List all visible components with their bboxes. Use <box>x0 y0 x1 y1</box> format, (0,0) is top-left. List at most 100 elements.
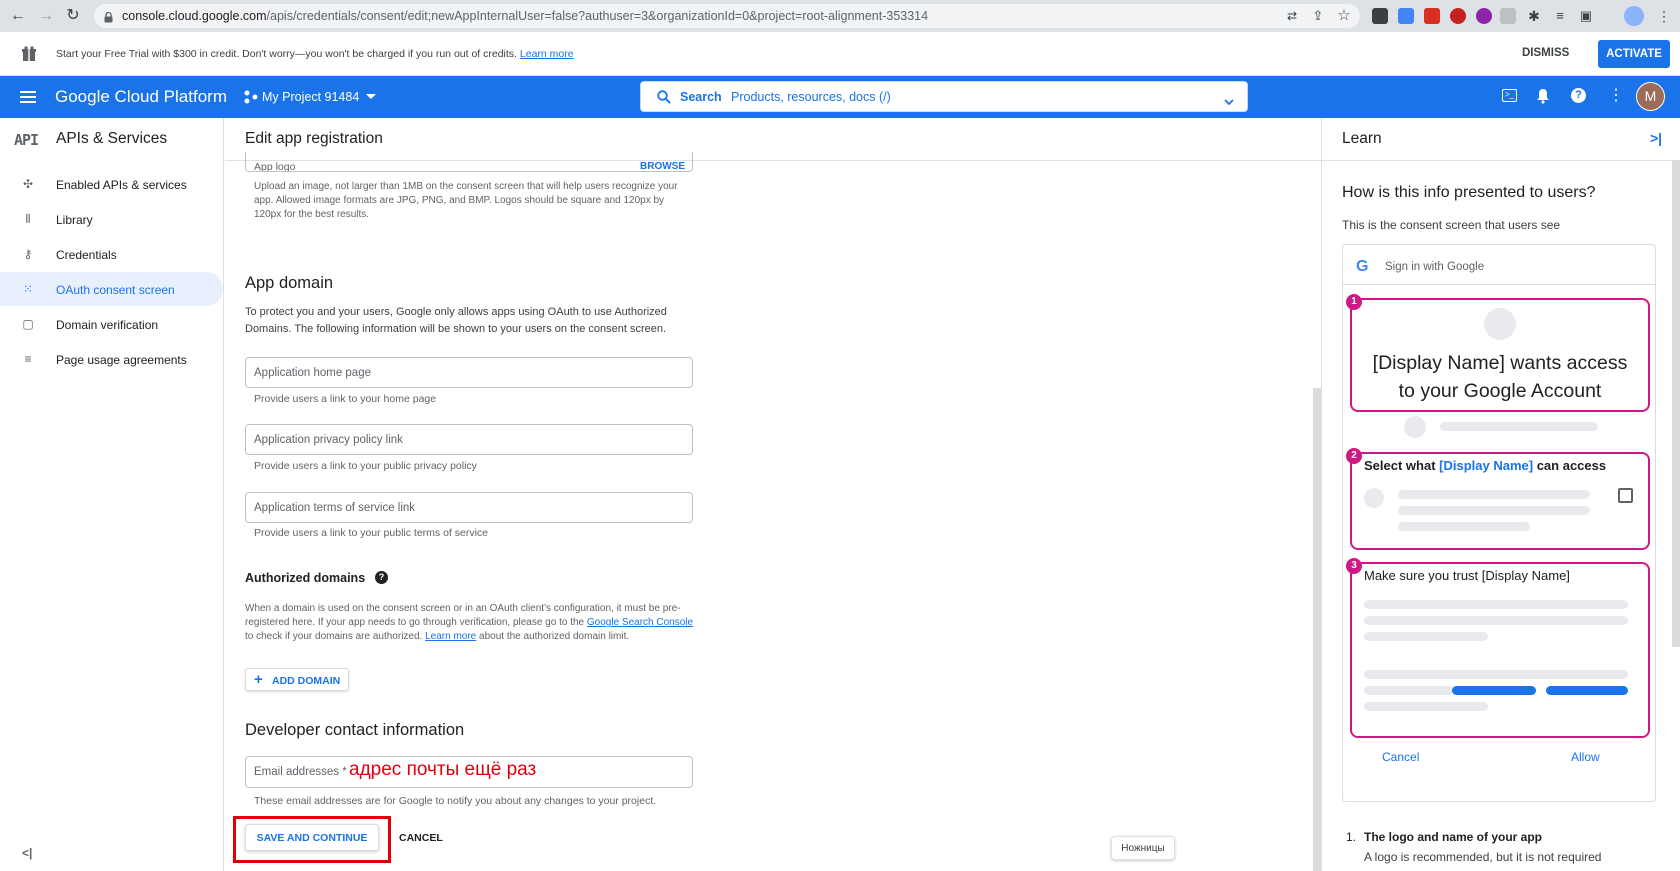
collapse-sidebar-icon[interactable]: <| <box>22 846 32 860</box>
search-input[interactable]: Search Products, resources, docs (/) <box>640 81 1248 112</box>
plus-icon: + <box>254 671 263 688</box>
mockup-allow: Allow <box>1571 750 1600 764</box>
display-name-wants-access: [Display Name] wants access to your Goog… <box>1372 352 1628 402</box>
home-page-input[interactable]: Application home page <box>245 357 693 388</box>
privacy-policy-input[interactable]: Application privacy policy link <box>245 424 693 455</box>
trust-bar-4 <box>1364 670 1628 679</box>
terms-of-service-input[interactable]: Application terms of service link <box>245 492 693 523</box>
hamburger-menu-icon[interactable] <box>20 90 36 103</box>
browser-menu-icon[interactable]: ⋮ <box>1654 6 1674 26</box>
scope-bar-1 <box>1398 490 1590 499</box>
gcp-header: Google Cloud Platform My Project 91484 S… <box>0 76 1680 118</box>
make-sure-trust-text: Make sure you trust [Display Name] <box>1364 568 1570 583</box>
brand-title[interactable]: Google Cloud Platform <box>55 87 227 107</box>
browse-button[interactable]: BROWSE <box>640 161 685 171</box>
save-and-continue-button[interactable]: SAVE AND CONTINUE <box>245 824 379 851</box>
scope-bar-2 <box>1398 506 1590 515</box>
snipping-tooltip: Ножницы <box>1111 836 1175 860</box>
google-translate-extension-icon[interactable] <box>1398 8 1414 24</box>
mockup-cancel: Cancel <box>1382 750 1420 764</box>
trust-bar-blue-2 <box>1546 686 1628 695</box>
sidebar-item-oauth-consent[interactable]: ⁙ OAuth consent screen <box>0 272 223 306</box>
reload-icon[interactable]: ↻ <box>63 6 83 26</box>
sidebar-item-page-usage[interactable]: ≡ Page usage agreements <box>0 342 223 376</box>
add-domain-button[interactable]: + ADD DOMAIN <box>245 668 349 691</box>
app-domain-heading: App domain <box>245 274 334 292</box>
terms-of-service-helper: Provide users a link to your public term… <box>254 527 489 539</box>
learn-scrollbar[interactable] <box>1672 160 1680 647</box>
app-logo-placeholder <box>1484 308 1516 340</box>
email-placeholder-bar <box>1440 422 1598 431</box>
email-helper: These email addresses are for Google to … <box>254 795 657 807</box>
sign-in-with-google: Sign in with Google <box>1385 261 1485 273</box>
star-icon[interactable]: ☆ <box>1334 6 1354 26</box>
close-panel-icon[interactable]: >| <box>1650 130 1662 146</box>
free-trial-banner: Start your Free Trial with $300 in credi… <box>0 34 1680 76</box>
translate-icon[interactable]: ⇄ <box>1282 6 1302 26</box>
home-page-helper: Provide users a link to your home page <box>254 393 437 405</box>
email-annotation: адрес почты ещё раз <box>349 759 537 780</box>
colorful-extension-icon[interactable] <box>1476 8 1492 24</box>
sidebar-item-domain-verification[interactable]: ▢ Domain verification <box>0 307 223 341</box>
app-domain-description: To protect you and your users, Google on… <box>245 306 667 335</box>
settings-list-icon: ≡ <box>24 352 32 366</box>
activate-button[interactable]: ACTIVATE <box>1598 40 1670 68</box>
main-scrollbar[interactable] <box>1313 388 1321 871</box>
search-console-link[interactable]: Google Search Console <box>587 617 693 628</box>
lock-icon <box>104 10 113 23</box>
privacy-policy-helper: Provide users a link to your public priv… <box>254 460 477 472</box>
user-avatar-placeholder <box>1404 416 1426 438</box>
badge-2: 2 <box>1346 448 1362 464</box>
browser-toolbar: ← → ↻ console.cloud.google.com/apis/cred… <box>0 0 1680 32</box>
consent-box-3 <box>1350 562 1650 738</box>
list-title: The logo and name of your app <box>1364 830 1543 844</box>
api-logo-icon: API <box>14 131 39 149</box>
back-arrow-icon[interactable]: ← <box>8 6 28 26</box>
media-list-icon[interactable]: ≡ <box>1550 6 1570 26</box>
youtube-extension-icon[interactable] <box>1424 8 1440 24</box>
domain-icon: ▢ <box>22 317 34 331</box>
library-icon: ⦀ <box>25 212 31 226</box>
notifications-bell-icon[interactable] <box>1536 88 1550 104</box>
sidebar-item-enabled-apis[interactable]: ✣ Enabled APIs & services <box>0 167 223 201</box>
trust-bar-2 <box>1364 616 1628 625</box>
profile-icon[interactable] <box>1624 6 1644 26</box>
select-what-text: Select what [Display Name] can access <box>1364 458 1607 473</box>
cancel-button[interactable]: CANCEL <box>399 832 443 844</box>
sidebar-item-credentials[interactable]: ⚷ Credentials <box>0 237 223 271</box>
authorized-domains-text: When a domain is used on the consent scr… <box>245 603 694 642</box>
dismiss-button[interactable]: DISMISS <box>1522 47 1569 59</box>
cloud-shell-icon[interactable]: >_ <box>1502 89 1517 102</box>
page-title: Edit app registration <box>245 130 383 147</box>
app-logo-field[interactable]: App logo BROWSE <box>245 152 693 172</box>
sidepanel-icon[interactable]: ▣ <box>1576 6 1596 26</box>
help-circle-icon[interactable]: ? <box>375 571 388 584</box>
trial-text: Start your Free Trial with $300 in credi… <box>56 48 574 60</box>
trust-bar-blue-1 <box>1452 686 1536 695</box>
search-expand-chevron-icon[interactable] <box>1224 93 1234 106</box>
email-addresses-input[interactable]: Email addresses * адрес почты ещё раз <box>245 756 693 788</box>
more-options-icon[interactable]: ⋮ <box>1608 87 1624 105</box>
learn-more-domain-link[interactable]: Learn more <box>425 631 476 642</box>
project-dropdown-icon[interactable] <box>366 94 376 99</box>
gift-icon <box>22 46 36 62</box>
learn-more-link[interactable]: Learn more <box>520 48 574 60</box>
opera-extension-icon[interactable] <box>1450 8 1466 24</box>
help-icon[interactable]: ? <box>1571 88 1586 103</box>
main-content: Edit app registration App logo BROWSE Up… <box>225 118 1321 871</box>
project-selector[interactable]: My Project 91484 <box>262 90 359 104</box>
puzzle-extensions-icon[interactable]: ✱ <box>1524 6 1544 26</box>
avatar[interactable]: M <box>1636 82 1665 111</box>
share-icon[interactable]: ⇪ <box>1308 6 1328 26</box>
forward-arrow-icon[interactable]: → <box>36 6 56 26</box>
learn-panel: Learn >| How is this info presented to u… <box>1321 118 1680 871</box>
extension-dark-icon[interactable] <box>1372 8 1388 24</box>
chart-extension-icon[interactable] <box>1500 8 1516 24</box>
sidebar-title: APIs & Services <box>56 130 168 147</box>
sidebar-item-library[interactable]: ⦀ Library <box>0 202 223 236</box>
trust-bar-3 <box>1364 632 1488 641</box>
badge-3: 3 <box>1346 558 1362 574</box>
list-number: 1. <box>1346 830 1357 844</box>
url-text: console.cloud.google.com/apis/credential… <box>122 9 929 23</box>
learn-divider <box>1322 160 1680 161</box>
